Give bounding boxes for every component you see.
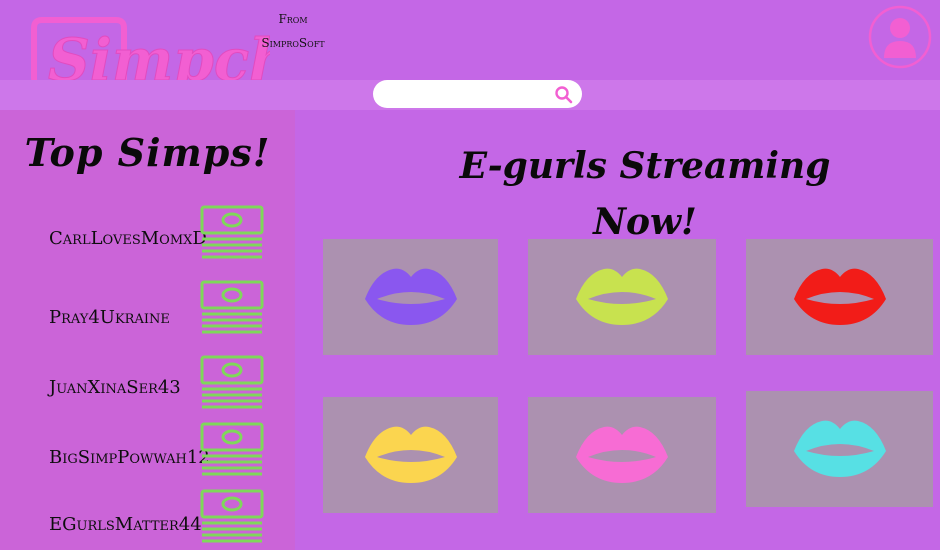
stream-tile[interactable] xyxy=(528,397,716,513)
lips-icon xyxy=(576,268,668,325)
lips-icon xyxy=(364,268,457,325)
top-simps-title: Top Simps! xyxy=(24,130,271,175)
simp-item-name[interactable]: EGurlsMatter44 xyxy=(49,514,202,535)
streaming-title-line: E-gurls Streaming xyxy=(459,145,831,187)
stream-tile[interactable] xyxy=(323,239,498,355)
stream-tile[interactable] xyxy=(746,391,933,507)
from-simprosoft-label: From SimproSoft xyxy=(258,7,328,55)
simp-item-name[interactable]: CarlLovesMomxD xyxy=(49,228,207,249)
from-label: From xyxy=(278,12,308,26)
money-stack-icon xyxy=(200,355,264,409)
money-stack-icon xyxy=(200,280,264,334)
simp-item-name[interactable]: JuanXinaSer43 xyxy=(49,377,181,398)
company-label: SimproSoft xyxy=(261,36,325,50)
lips-icon xyxy=(793,268,886,325)
simp-item-name[interactable]: BigSimpPowwah12 xyxy=(49,447,210,468)
lips-icon xyxy=(364,426,457,483)
lips-icon xyxy=(793,420,886,477)
lips-icon xyxy=(576,426,668,483)
simp-item-name[interactable]: Pray4Ukraine xyxy=(49,307,170,328)
money-stack-icon xyxy=(200,205,264,259)
stream-tile[interactable] xyxy=(528,239,716,355)
streaming-now-title: E-gurls Streaming Now! xyxy=(430,138,860,250)
stream-tile[interactable] xyxy=(746,239,933,355)
search-input[interactable] xyxy=(373,80,582,108)
money-stack-icon xyxy=(200,489,264,543)
stream-tile[interactable] xyxy=(323,397,498,513)
user-avatar-icon[interactable] xyxy=(868,5,932,69)
money-stack-icon xyxy=(200,422,264,476)
search-icon[interactable] xyxy=(553,84,575,104)
